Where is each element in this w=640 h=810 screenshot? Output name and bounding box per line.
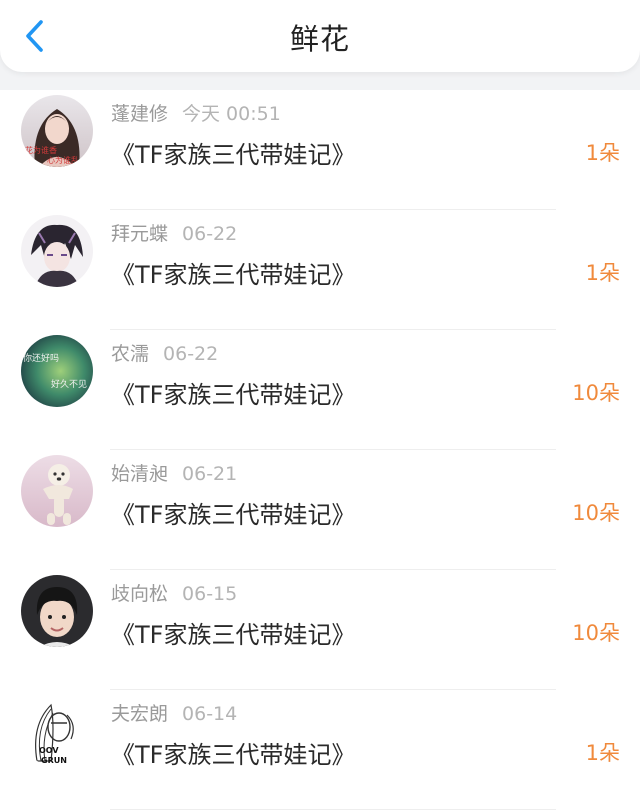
avatar <box>21 575 93 647</box>
page-title: 鲜花 <box>289 22 350 56</box>
item-meta: 蓬建修 今天 00:51 <box>111 99 281 126</box>
avatar: 你还好吗 好久不见 <box>21 335 93 407</box>
book-title[interactable]: 《TF家族三代带娃记》 <box>111 375 355 410</box>
timestamp: 06-22 <box>182 223 238 245</box>
list-item[interactable]: 拜元蝶 06-22 《TF家族三代带娃记》 1朵 <box>0 210 640 330</box>
user-name: 蓬建修 <box>111 103 169 125</box>
avatar-caption: 你还好吗 <box>23 352 59 364</box>
user-name: 农濡 <box>111 343 150 365</box>
flower-list: 花为谁香 心为谁乱 蓬建修 今天 00:51 《TF家族三代带娃记》 1朵 拜元蝶… <box>0 90 640 810</box>
timestamp: 今天 00:51 <box>182 103 281 125</box>
timestamp: 06-15 <box>182 583 238 605</box>
item-meta: 农濡 06-22 <box>111 339 218 366</box>
item-meta: 始清昶 06-21 <box>111 459 237 486</box>
item-meta: 歧向松 06-15 <box>111 579 237 606</box>
list-item[interactable]: 花为谁香 心为谁乱 蓬建修 今天 00:51 《TF家族三代带娃记》 1朵 <box>0 90 640 210</box>
user-name: 夫宏朗 <box>111 703 169 725</box>
list-item[interactable]: 始清昶 06-21 《TF家族三代带娃记》 10朵 <box>0 450 640 570</box>
avatar-caption: 花为谁香 <box>25 145 57 155</box>
flower-count: 10朵 <box>572 621 620 645</box>
avatar-caption: GRUN <box>41 756 67 765</box>
avatar-caption: OOV <box>39 746 59 755</box>
book-title[interactable]: 《TF家族三代带娃记》 <box>111 615 355 650</box>
avatar <box>21 455 93 527</box>
flower-count: 10朵 <box>572 381 620 405</box>
timestamp: 06-22 <box>163 343 219 365</box>
flower-count: 10朵 <box>572 501 620 525</box>
flower-count: 1朵 <box>585 141 620 165</box>
list-item[interactable]: 你还好吗 好久不见 农濡 06-22 《TF家族三代带娃记》 10朵 <box>0 330 640 450</box>
item-meta: 拜元蝶 06-22 <box>111 219 237 246</box>
book-title[interactable]: 《TF家族三代带娃记》 <box>111 135 355 170</box>
timestamp: 06-21 <box>182 463 238 485</box>
avatar-caption: 心为谁乱 <box>47 155 79 165</box>
flower-count: 1朵 <box>585 261 620 285</box>
avatar: 花为谁香 心为谁乱 <box>21 95 93 167</box>
book-title[interactable]: 《TF家族三代带娃记》 <box>111 735 355 770</box>
book-title[interactable]: 《TF家族三代带娃记》 <box>111 495 355 530</box>
user-name: 拜元蝶 <box>111 223 169 245</box>
avatar: OOV GRUN <box>21 695 93 767</box>
item-meta: 夫宏朗 06-14 <box>111 699 237 726</box>
avatar-caption: 好久不见 <box>51 378 87 390</box>
header-bar: 鲜花 <box>0 0 640 72</box>
book-title[interactable]: 《TF家族三代带娃记》 <box>111 255 355 290</box>
list-item[interactable]: OOV GRUN 夫宏朗 06-14 《TF家族三代带娃记》 1朵 <box>0 690 640 810</box>
timestamp: 06-14 <box>182 703 238 725</box>
user-name: 歧向松 <box>111 583 169 605</box>
avatar <box>21 215 93 287</box>
flower-count: 1朵 <box>585 741 620 765</box>
list-item[interactable]: 歧向松 06-15 《TF家族三代带娃记》 10朵 <box>0 570 640 690</box>
user-name: 始清昶 <box>111 463 169 485</box>
